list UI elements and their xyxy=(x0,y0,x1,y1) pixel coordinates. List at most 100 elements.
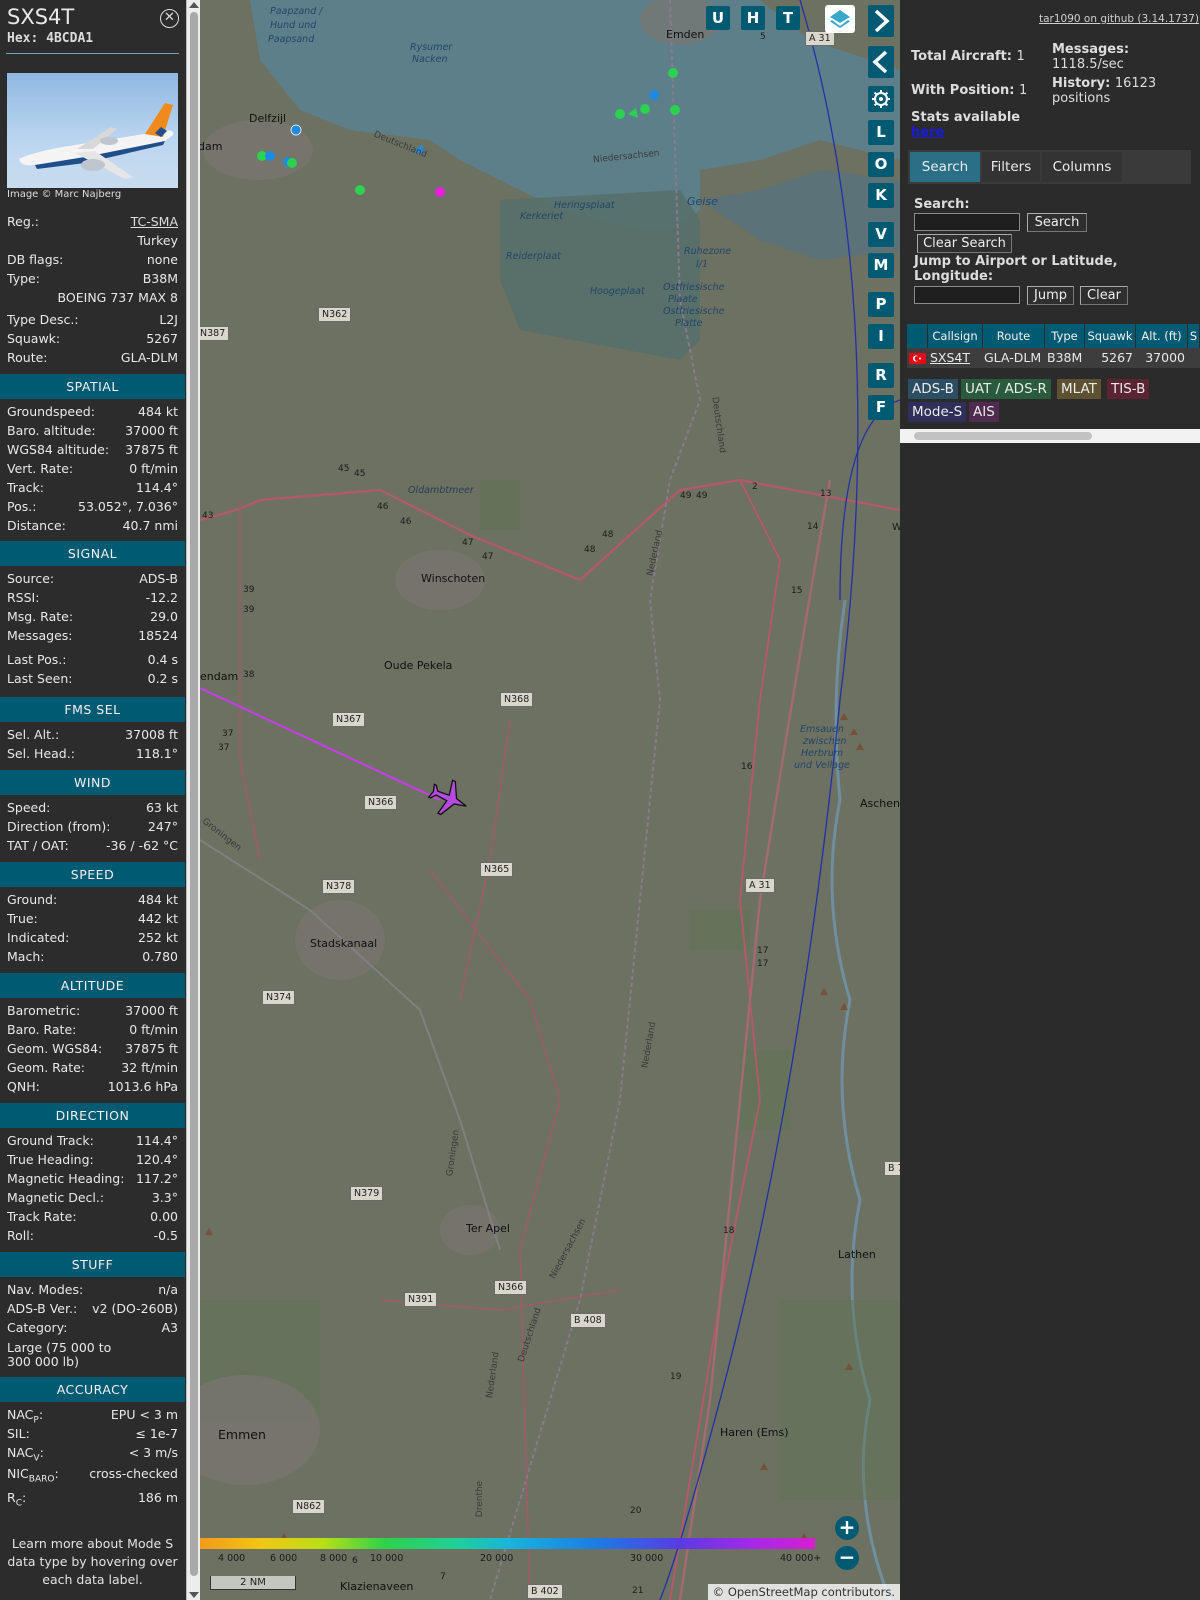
clear-search-button[interactable]: Clear Search xyxy=(917,234,1012,253)
signal-label: Source: xyxy=(7,571,55,586)
version-link[interactable]: tar1090 on github (3.14.1737) xyxy=(1039,13,1199,25)
map-label-ter-apel: Ter Apel xyxy=(466,1222,510,1235)
direction-value: -0.5 xyxy=(153,1228,178,1243)
altitude-label: Barometric: xyxy=(7,1003,81,1018)
altitude-label: Baro. Rate: xyxy=(7,1022,77,1037)
tab-columns[interactable]: Columns xyxy=(1042,152,1122,182)
fms-row: Sel. Head.: 118.1° xyxy=(7,746,178,764)
speed-row: Indicated: 252 kt xyxy=(7,930,178,948)
nacp-value: EPU < 3 m xyxy=(110,1407,178,1422)
toggle-t-button[interactable]: T xyxy=(776,6,800,30)
spatial-value: 40.7 nmi xyxy=(122,518,178,533)
table-header-speed[interactable]: S xyxy=(1188,324,1200,348)
wind-value: 63 kt xyxy=(145,800,178,815)
toggle-i-button[interactable]: I xyxy=(868,324,894,349)
source-chip-ais[interactable]: AIS xyxy=(969,402,999,422)
toggle-l-button[interactable]: L xyxy=(868,120,894,145)
signal-label: Msg. Rate: xyxy=(7,609,74,624)
map-label-ostfriesische-1: Ostfriesische xyxy=(663,282,725,293)
aircraft-photo[interactable] xyxy=(7,73,178,188)
reg-link[interactable]: TC-SMA xyxy=(131,214,178,229)
signal-row: Msg. Rate: 29.0 xyxy=(7,609,178,627)
map-label-emmen: Emmen xyxy=(218,1427,266,1442)
table-header-type[interactable]: Type xyxy=(1045,324,1085,348)
search-button[interactable]: Search xyxy=(1027,213,1087,232)
wind-value: -36 / -62 °C xyxy=(106,838,178,853)
altitude-value: 37875 ft xyxy=(125,1041,178,1056)
close-icon[interactable]: ✕ xyxy=(160,9,179,28)
map-attribution[interactable]: © OpenStreetMap contributors. xyxy=(707,1584,900,1600)
km-marker: 5 xyxy=(760,32,766,42)
jump-label-line-1: Jump to Airport or Latitude, xyxy=(914,254,1118,269)
table-header-altitude[interactable]: Alt. (ft) xyxy=(1136,324,1188,348)
prev-aircraft-button[interactable] xyxy=(868,46,894,78)
squawk-value: 5267 xyxy=(146,331,178,346)
total-aircraft-value: 1 xyxy=(1016,49,1025,64)
toggle-u-button[interactable]: U xyxy=(706,6,730,30)
toggle-f-button[interactable]: F xyxy=(868,395,894,420)
source-chip-uat[interactable]: UAT / ADS-R xyxy=(961,379,1051,399)
jump-button[interactable]: Jump xyxy=(1027,286,1074,305)
km-marker: 37 xyxy=(218,743,230,753)
map-label-endam: endam xyxy=(200,670,239,683)
source-chip-adsb[interactable]: ADS-B xyxy=(908,379,958,399)
info-panel-scrollbar[interactable] xyxy=(186,0,200,1600)
road-n391: N391 xyxy=(404,1292,438,1307)
road-n366-b: N366 xyxy=(494,1280,528,1295)
map-label-ruhezone: Ruhezone xyxy=(684,246,732,257)
speed-value: 252 kt xyxy=(138,930,178,945)
sil-label: SIL: xyxy=(7,1426,30,1441)
spatial-value: 484 kt xyxy=(138,404,178,419)
source-chip-mlat[interactable]: MLAT xyxy=(1057,379,1101,399)
zoom-out-button[interactable]: − xyxy=(835,1546,859,1570)
navmodes-row: Nav. Modes: n/a xyxy=(7,1282,178,1300)
wind-row: Direction (from): 247° xyxy=(7,819,178,837)
section-spatial: SPATIAL xyxy=(0,374,185,399)
scrollbar-thumb[interactable] xyxy=(914,432,1092,440)
scroll-up-arrow-icon[interactable] xyxy=(189,2,199,8)
toggle-k-button[interactable]: K xyxy=(868,183,894,208)
toggle-m-button[interactable]: M xyxy=(868,253,894,278)
jump-input[interactable] xyxy=(914,286,1020,304)
toggle-r-button[interactable]: R xyxy=(868,363,894,388)
legend-label: 30 000 xyxy=(630,1553,664,1564)
source-chip-modes[interactable]: Mode-S xyxy=(908,402,967,422)
settings-button[interactable] xyxy=(868,86,894,112)
spatial-label: Track: xyxy=(7,480,44,495)
toggle-o-button[interactable]: O xyxy=(868,152,894,177)
next-aircraft-button[interactable] xyxy=(868,5,894,37)
direction-row: Ground Track: 114.4° xyxy=(7,1133,178,1151)
km-marker: 49 xyxy=(696,491,708,501)
table-horizontal-scrollbar[interactable] xyxy=(900,429,1200,443)
source-chip-tisb[interactable]: TIS-B xyxy=(1107,379,1150,399)
toggle-v-button[interactable]: V xyxy=(868,222,894,247)
table-header-route[interactable]: Route xyxy=(983,324,1045,348)
toggle-h-button[interactable]: H xyxy=(741,6,765,30)
km-marker: 20 xyxy=(630,1506,642,1516)
route-row: Route: GLA-DLM xyxy=(7,350,178,368)
table-header-squawk[interactable]: Squawk xyxy=(1085,324,1136,348)
scroll-down-arrow-icon[interactable] xyxy=(189,1592,199,1598)
search-input[interactable] xyxy=(914,213,1020,231)
scrollbar-thumb[interactable] xyxy=(190,12,198,1576)
section-speed: SPEED xyxy=(0,862,185,887)
tab-search[interactable]: Search xyxy=(910,152,980,182)
navmodes-label: Nav. Modes: xyxy=(7,1282,84,1297)
row-callsign[interactable]: SXS4T xyxy=(928,348,983,368)
zoom-in-button[interactable]: + xyxy=(835,1516,859,1540)
toggle-p-button[interactable]: P xyxy=(868,292,894,317)
altitude-row: Baro. Rate: 0 ft/min xyxy=(7,1022,178,1040)
km-marker: 39 xyxy=(243,605,255,615)
map-label-paapzand: Paapzand / xyxy=(270,6,323,17)
table-header-callsign[interactable]: Callsign xyxy=(928,324,983,348)
tab-filters[interactable]: Filters xyxy=(982,152,1040,182)
layers-button[interactable] xyxy=(825,5,855,33)
speed-label: Ground: xyxy=(7,892,58,907)
stats-link[interactable]: here xyxy=(911,125,944,140)
altitude-row: Geom. Rate: 32 ft/min xyxy=(7,1060,178,1078)
flag-cell xyxy=(907,348,928,368)
clear-jump-button[interactable]: Clear xyxy=(1080,286,1128,305)
reg-label: Reg.: xyxy=(7,214,39,229)
wind-row: TAT / OAT: -36 / -62 °C xyxy=(7,838,178,856)
map-view[interactable]: Delfzijl dam Emden Winschoten Oude Pekel… xyxy=(200,0,900,1600)
